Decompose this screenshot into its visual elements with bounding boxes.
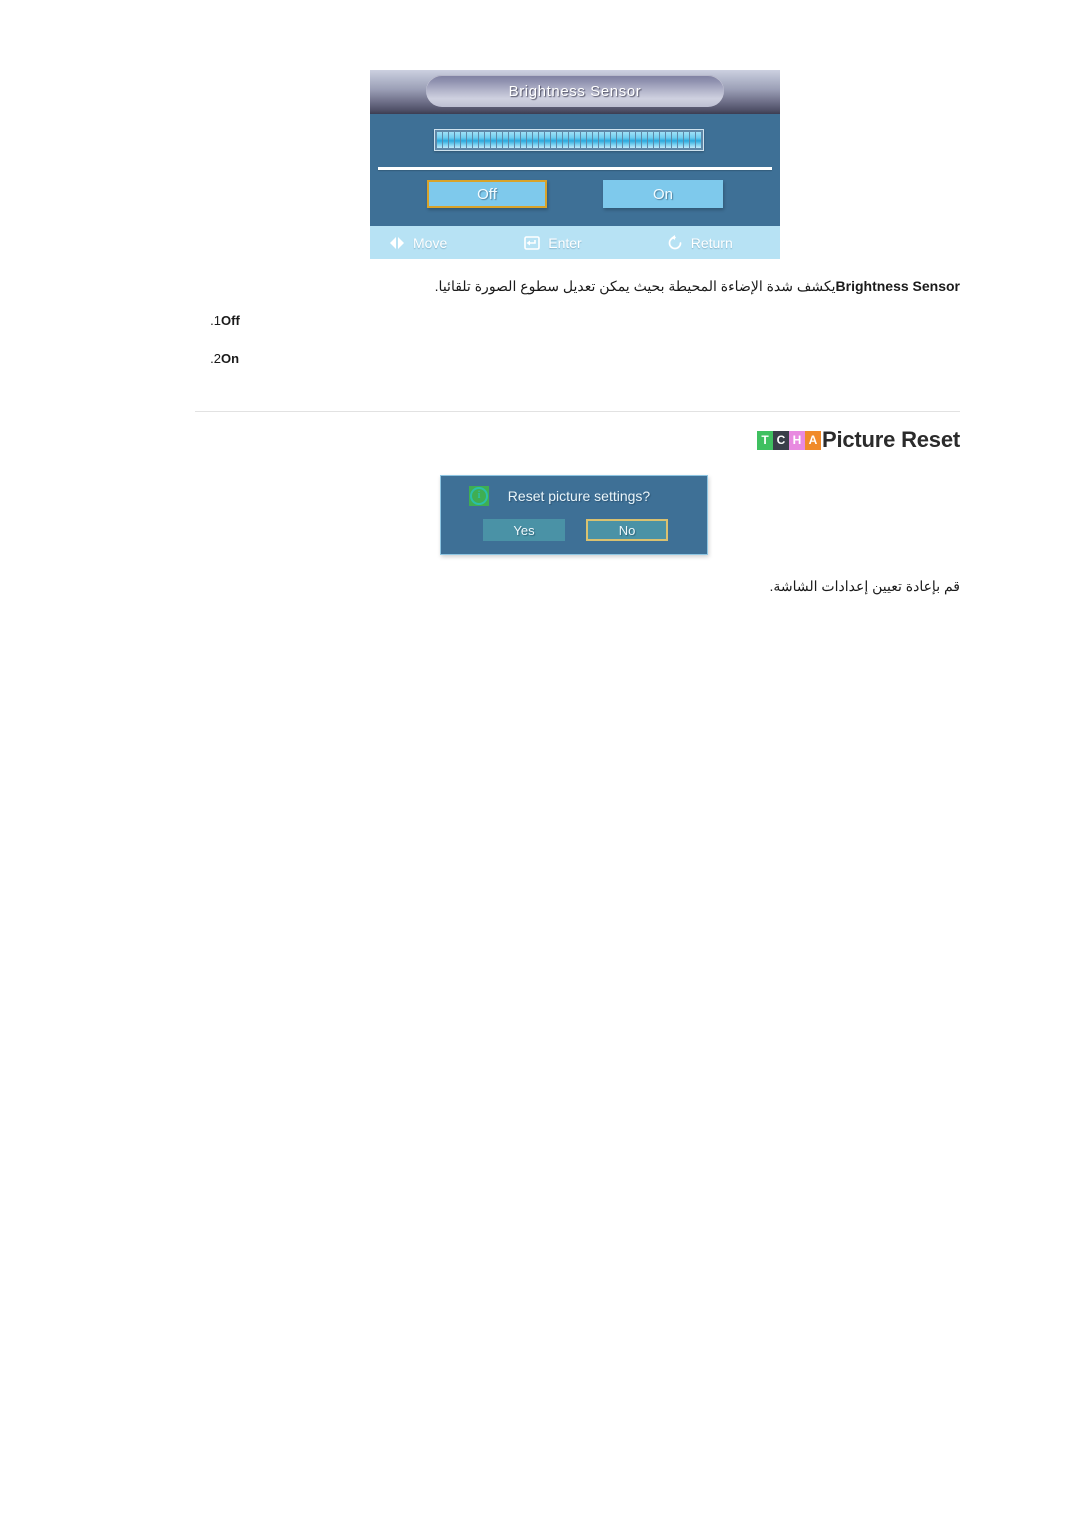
brightness-description: Brightness Sensorيكشف شدة الإضاءة المحيط… — [195, 276, 960, 296]
osd-option-row: Off On — [370, 180, 780, 214]
slider-segment — [479, 132, 485, 148]
slider-segment — [539, 132, 545, 148]
list-item-number: 1. — [210, 313, 221, 328]
reset-no-label: No — [618, 522, 636, 538]
osd-reset-dialog: i Reset picture settings? Yes No — [440, 475, 708, 555]
osd-hint-enter[interactable]: Enter — [523, 234, 582, 252]
slider-segment — [695, 132, 701, 148]
list-item-label: On — [221, 351, 240, 366]
heading-badges: T C H A — [756, 430, 821, 450]
slider-segment — [641, 132, 647, 148]
slider-segment — [491, 132, 497, 148]
reset-question-row: Reset picture settings? — [441, 488, 707, 504]
slider-segment — [623, 132, 629, 148]
osd-brightness-sensor: Brightness Sensor Off On Move Enter Retu… — [370, 70, 780, 259]
slider-segment — [563, 132, 569, 148]
slider-segment — [653, 132, 659, 148]
osd-title-pill: Brightness Sensor — [426, 75, 724, 107]
slider-segment — [545, 132, 551, 148]
osd-hint-move-label: Move — [413, 234, 448, 251]
brightness-level-slider[interactable] — [434, 129, 704, 151]
slider-segment — [605, 132, 611, 148]
osd-title-text: Brightness Sensor — [508, 82, 642, 100]
page-title: Picture Reset — [821, 427, 960, 452]
osd-hint-return[interactable]: Return — [666, 234, 733, 252]
return-arrow-icon — [666, 234, 684, 252]
slider-segment — [665, 132, 671, 148]
slider-segment — [473, 132, 479, 148]
slider-segment — [557, 132, 563, 148]
slider-segment — [683, 132, 689, 148]
osd-titlebar: Brightness Sensor — [370, 70, 780, 114]
list-item-label: Off — [221, 313, 240, 328]
slider-segment — [467, 132, 473, 148]
slider-segment — [461, 132, 467, 148]
slider-segment — [533, 132, 539, 148]
osd-body: Off On — [370, 114, 780, 226]
slider-segment — [503, 132, 509, 148]
slider-segment — [569, 132, 575, 148]
slider-segment — [587, 132, 593, 148]
slider-segment — [527, 132, 533, 148]
list-item-number: 2. — [210, 351, 221, 366]
badge-c: C — [772, 430, 789, 450]
badge-t: T — [756, 430, 773, 450]
slider-segment — [455, 132, 461, 148]
section-divider — [195, 411, 960, 412]
picture-reset-description-text: قم بإعادة تعيين إعدادات الشاشة. — [769, 578, 961, 594]
slider-segment — [581, 132, 587, 148]
slider-segment — [443, 132, 449, 148]
osd-hint-enter-label: Enter — [548, 234, 582, 251]
osd-hint-return-label: Return — [690, 234, 733, 251]
enter-key-icon — [523, 234, 541, 252]
osd-footer-hints: Move Enter Return — [370, 226, 780, 259]
list-item: 2. On — [195, 350, 925, 368]
slider-segment — [647, 132, 653, 148]
list-item: 1. Off — [195, 312, 925, 330]
slider-segment — [575, 132, 581, 148]
osd-divider — [378, 167, 772, 170]
slider-segment — [485, 132, 491, 148]
brightness-description-text: يكشف شدة الإضاءة المحيطة بحيث يمكن تعديل… — [434, 278, 836, 294]
osd-hint-move[interactable]: Move — [388, 234, 447, 252]
slider-segment — [509, 132, 515, 148]
slider-segment — [617, 132, 623, 148]
reset-yes-label: Yes — [513, 522, 535, 538]
slider-segment — [551, 132, 557, 148]
slider-segment — [437, 132, 443, 148]
slider-segment — [515, 132, 521, 148]
osd-option-off-label: Off — [477, 185, 497, 203]
picture-reset-heading: T C H A Picture Reset — [195, 427, 960, 453]
move-arrows-icon — [388, 234, 406, 252]
document-page: Brightness Sensor Off On Move Enter Retu… — [0, 0, 1080, 1527]
reset-button-row: Yes No — [441, 519, 707, 543]
slider-segment — [689, 132, 695, 148]
slider-segment — [677, 132, 683, 148]
badge-h: H — [788, 430, 805, 450]
slider-segment — [521, 132, 527, 148]
slider-segment — [497, 132, 503, 148]
picture-reset-description: قم بإعادة تعيين إعدادات الشاشة. — [195, 576, 961, 596]
reset-question-text: Reset picture settings? — [507, 488, 651, 504]
osd-option-on-label: On — [652, 185, 673, 203]
badge-a: A — [804, 430, 821, 450]
slider-segment — [593, 132, 599, 148]
slider-segment — [599, 132, 605, 148]
reset-yes-button[interactable]: Yes — [483, 519, 565, 541]
reset-no-button[interactable]: No — [586, 519, 668, 541]
osd-option-off[interactable]: Off — [427, 180, 547, 208]
slider-segment — [611, 132, 617, 148]
slider-segment — [449, 132, 455, 148]
slider-segment — [629, 132, 635, 148]
osd-option-on[interactable]: On — [603, 180, 723, 208]
slider-segment — [659, 132, 665, 148]
slider-segment — [635, 132, 641, 148]
brightness-option-list: 1. Off 2. On — [195, 312, 960, 388]
slider-segment — [671, 132, 677, 148]
brightness-description-term: Brightness Sensor — [835, 278, 960, 294]
